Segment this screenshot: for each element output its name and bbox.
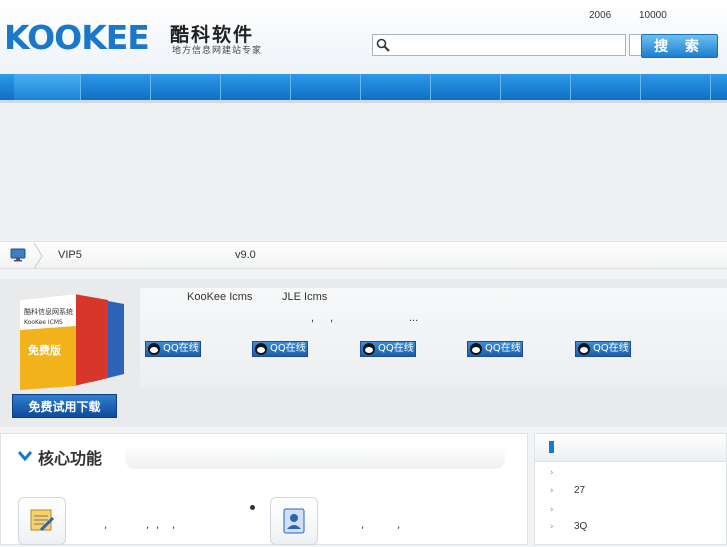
nav-divider: [360, 74, 361, 100]
list-arrow-icon: ›: [550, 468, 554, 478]
nav-divider: [430, 74, 431, 100]
breadcrumb: [0, 241, 727, 269]
qq-label: QQ在线: [163, 343, 199, 354]
breadcrumb-item[interactable]: VIP5: [58, 249, 82, 261]
qq-online-button[interactable]: QQ在线: [360, 341, 416, 357]
nav-divider: [220, 74, 221, 100]
product-text: ,: [330, 312, 334, 324]
qq-label: QQ在线: [378, 343, 414, 354]
qq-icon: [148, 343, 160, 355]
core-header-tab: [125, 445, 505, 469]
feature-text: ,: [156, 520, 160, 531]
product-name: JLE Icms: [282, 291, 328, 303]
product-box-image: 酷科信息网系统 KooKee ICMS 免费版: [20, 294, 124, 390]
sidebar-item[interactable]: 27: [574, 485, 585, 496]
list-arrow-icon: ›: [550, 522, 554, 532]
qq-icon: [255, 343, 267, 355]
banner: [0, 103, 727, 240]
core-title: 核心功能: [38, 449, 103, 468]
feature-text: ,: [172, 520, 176, 531]
edit-icon: [30, 509, 55, 532]
search-input-end: [629, 34, 641, 56]
box-art-line-1: 酷科信息网系统: [24, 307, 73, 316]
qq-online-button[interactable]: QQ在线: [145, 341, 201, 357]
breadcrumb-version: v9.0: [235, 249, 256, 261]
feature-text: ,: [361, 520, 365, 531]
qq-online-button[interactable]: QQ在线: [467, 341, 523, 357]
trial-download-button[interactable]: 免费试用下载: [12, 394, 117, 418]
search-input[interactable]: [372, 34, 626, 56]
qq-icon: [470, 343, 482, 355]
monitor-icon: [10, 248, 26, 262]
qq-label: QQ在线: [593, 343, 629, 354]
edit-feature-icon[interactable]: [18, 497, 66, 545]
sidebar-title-marker: [549, 441, 554, 453]
contacts-feature-icon[interactable]: [270, 497, 318, 545]
chevron-down-icon: [18, 451, 32, 462]
qq-icon: [363, 343, 375, 355]
qq-label: QQ在线: [485, 343, 521, 354]
feature-text: ,: [104, 520, 108, 531]
logo-tagline: 地方信息网建站专家: [172, 46, 263, 56]
qq-label: QQ在线: [270, 343, 306, 354]
box-art-line-2: KooKee ICMS: [24, 319, 63, 326]
bullet-dot: [250, 505, 255, 510]
product-name: KooKee Icms: [187, 291, 253, 303]
header-stat-count: 10000: [639, 10, 667, 21]
product-text: ,: [311, 312, 315, 324]
qq-online-button[interactable]: QQ在线: [252, 341, 308, 357]
list-arrow-icon: ›: [550, 505, 554, 515]
nav-divider: [150, 74, 151, 100]
search-icon: [376, 38, 390, 52]
nav-divider: [290, 74, 291, 100]
product-panel: [140, 288, 727, 388]
search-button[interactable]: 搜 索: [641, 34, 718, 58]
sidebar-item[interactable]: 3Q: [574, 521, 587, 532]
nav-divider: [500, 74, 501, 100]
feature-text: ,: [397, 520, 401, 531]
header-stat-year: 2006: [589, 10, 612, 21]
product-text: ...: [409, 312, 419, 324]
feature-text: ,: [146, 520, 150, 531]
main-nav: [0, 74, 727, 100]
nav-item-home[interactable]: [14, 74, 80, 100]
nav-divider: [710, 74, 711, 100]
logo[interactable]: KOOKEE: [4, 18, 150, 58]
list-arrow-icon: ›: [550, 486, 554, 496]
qq-online-button[interactable]: QQ在线: [575, 341, 631, 357]
address-book-icon: [283, 508, 305, 534]
breadcrumb-separator-icon: [33, 243, 43, 269]
nav-divider: [80, 74, 81, 100]
nav-divider: [570, 74, 571, 100]
box-art-badge: 免费版: [28, 343, 61, 357]
nav-divider: [640, 74, 641, 100]
sidebar-header: [535, 434, 726, 462]
qq-icon: [578, 343, 590, 355]
